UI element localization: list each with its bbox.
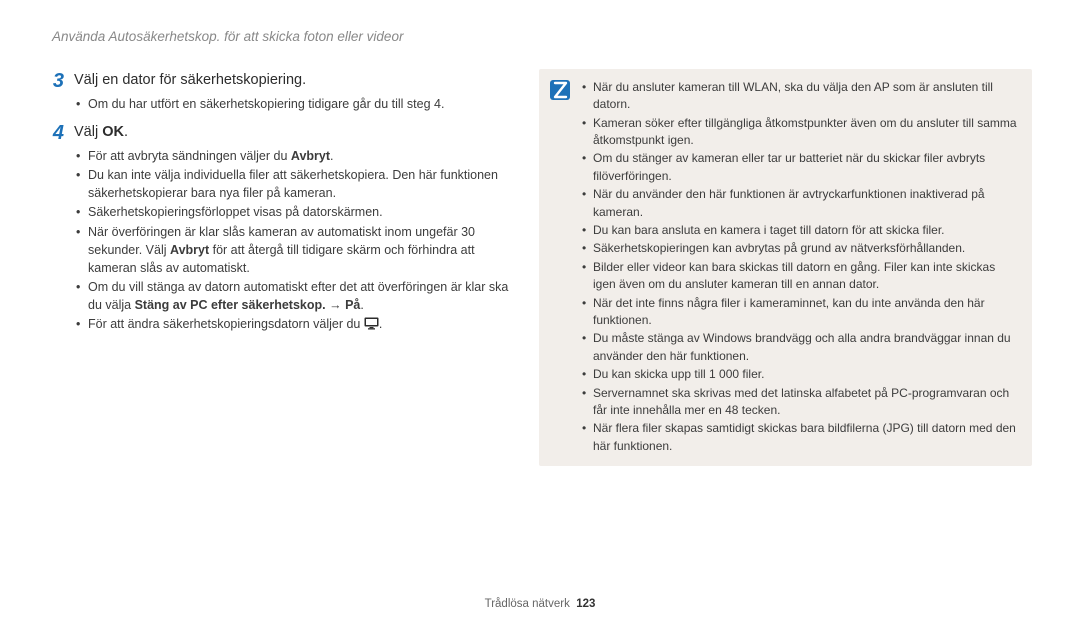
step-3: 3 Välj en dator för säkerhetskopiering.: [48, 69, 517, 93]
step-text: Välj OK.: [74, 121, 128, 145]
step-3-bullets: Om du har utfört en säkerhetskopiering t…: [48, 95, 517, 113]
step-4-bullets: För att avbryta sändningen väljer du Avb…: [48, 147, 517, 333]
step-text: Välj en dator för säkerhetskopiering.: [74, 69, 306, 93]
list-item: Du kan inte välja individuella filer att…: [88, 166, 517, 202]
list-item: Du måste stänga av Windows brandvägg och…: [593, 330, 1018, 365]
text-bold: Avbryt: [170, 243, 209, 257]
monitor-icon: [364, 317, 379, 330]
footer-section: Trådlösa nätverk: [485, 598, 570, 610]
page-number: 123: [576, 598, 595, 610]
step-4: 4 Välj OK.: [48, 121, 517, 145]
note-icon: [549, 79, 571, 101]
list-item: När överföringen är klar slås kameran av…: [88, 223, 517, 277]
list-item: Servernamnet ska skrivas med det latinsk…: [593, 385, 1018, 420]
list-item: När du använder den här funktionen är av…: [593, 186, 1018, 221]
text-bold: Avbryt: [291, 149, 330, 163]
list-item: Du kan bara ansluta en kamera i taget ti…: [593, 222, 1018, 239]
text: .: [124, 124, 128, 140]
text-bold: På: [345, 298, 360, 312]
text: För att avbryta sändningen väljer du: [88, 149, 291, 163]
list-item: Säkerhetskopieringen kan avbrytas på gru…: [593, 240, 1018, 257]
text: .: [360, 298, 363, 312]
page-title: Använda Autosäkerhetskop. för att skicka…: [52, 28, 1032, 47]
list-item: För att avbryta sändningen väljer du Avb…: [88, 147, 517, 165]
text-bold: OK: [102, 124, 124, 140]
note-bullets: När du ansluter kameran till WLAN, ska d…: [581, 79, 1018, 456]
list-item: Om du har utfört en säkerhetskopiering t…: [88, 95, 517, 113]
text: Välj: [74, 124, 102, 140]
note-box: När du ansluter kameran till WLAN, ska d…: [539, 69, 1032, 466]
page: Använda Autosäkerhetskop. för att skicka…: [0, 0, 1080, 630]
list-item: Säkerhetskopieringsförloppet visas på da…: [88, 203, 517, 221]
text-bold: Stäng av PC efter säkerhetskop.: [135, 298, 326, 312]
list-item: Om du stänger av kameran eller tar ur ba…: [593, 150, 1018, 185]
list-item: För att ändra säkerhetskopieringsdatorn …: [88, 315, 517, 333]
left-column: 3 Välj en dator för säkerhetskopiering. …: [48, 69, 517, 466]
list-item: Om du vill stänga av datorn automatiskt …: [88, 278, 517, 314]
list-item: Bilder eller videor kan bara skickas til…: [593, 259, 1018, 294]
step-number: 4: [48, 121, 64, 145]
text: För att ändra säkerhetskopieringsdatorn …: [88, 317, 364, 331]
list-item: Kameran söker efter tillgängliga åtkomst…: [593, 115, 1018, 150]
content-row: 3 Välj en dator för säkerhetskopiering. …: [48, 69, 1032, 466]
text: .: [330, 149, 333, 163]
arrow-icon: →: [326, 298, 345, 312]
list-item: Du kan skicka upp till 1 000 filer.: [593, 366, 1018, 383]
list-item: När det inte finns några filer i kameram…: [593, 295, 1018, 330]
text: .: [379, 317, 382, 331]
list-item: När du ansluter kameran till WLAN, ska d…: [593, 79, 1018, 114]
footer: Trådlösa nätverk 123: [0, 596, 1080, 612]
step-number: 3: [48, 69, 64, 93]
list-item: När flera filer skapas samtidigt skickas…: [593, 420, 1018, 455]
